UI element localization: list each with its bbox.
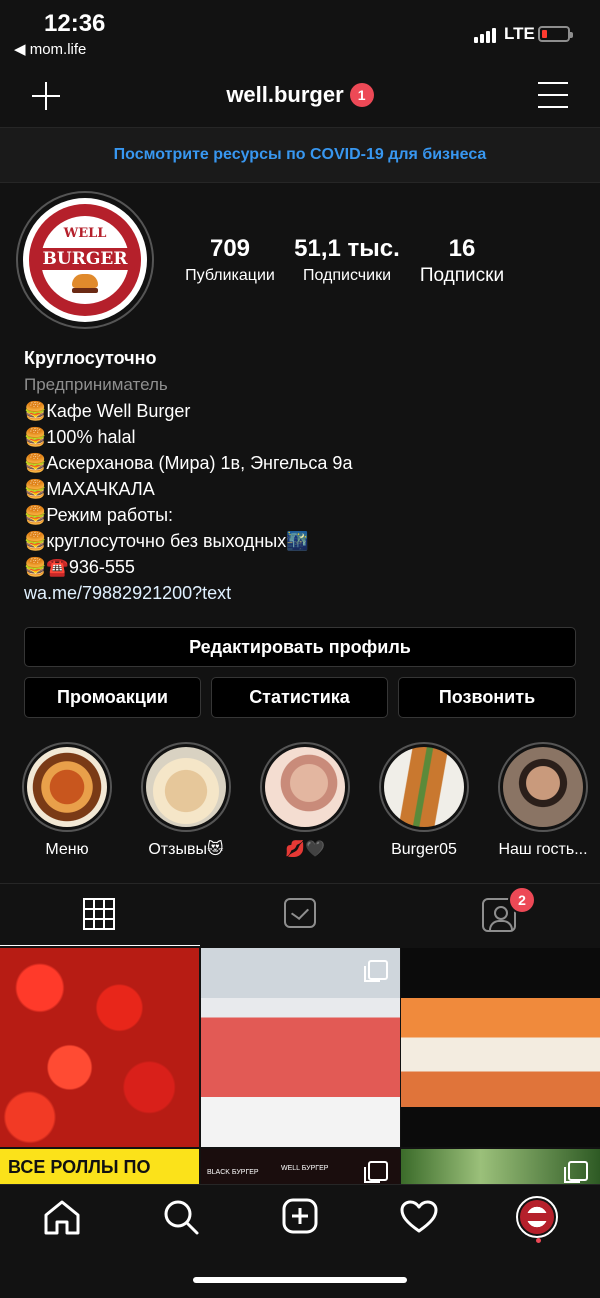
notification-badge: 1 (349, 83, 374, 107)
post-greens[interactable] (401, 1149, 600, 1189)
igtv-tab-icon[interactable] (284, 898, 316, 928)
call-button[interactable]: Позвонить (398, 677, 576, 718)
bio-line: 🍔МАХАЧКАЛА (24, 479, 155, 499)
new-post-icon[interactable] (282, 1198, 318, 1234)
profile-bio: Круглосуточно Предприниматель 🍔Кафе Well… (24, 344, 584, 606)
menu-icon[interactable] (538, 82, 568, 108)
bio-line: 🍔Режим работы: (24, 505, 174, 525)
multiple-photos-icon (364, 1161, 388, 1183)
post-tomatoes[interactable] (0, 948, 199, 1147)
network-type: LTE (504, 24, 535, 43)
bio-line: 🍔Кафе Well Burger (24, 401, 191, 421)
statistics-button[interactable]: Статистика (211, 677, 388, 718)
bio-line: 🍔круглосуточно без выходных🌃 (24, 531, 309, 551)
heart-icon[interactable] (400, 1200, 438, 1234)
posts-count[interactable]: 709 Публикации (174, 234, 286, 288)
status-time: 12:36 (44, 10, 106, 37)
signal-icon (474, 28, 496, 43)
well-burger-logo-small (520, 1200, 554, 1234)
divider (0, 182, 600, 183)
bio-line: 🍔Аскерханова (Мира) 1в, Энгельса 9а (24, 453, 353, 473)
search-icon[interactable] (162, 1198, 200, 1236)
profile-name: Круглосуточно (24, 348, 157, 368)
battery-icon (538, 26, 573, 42)
bio-website-link[interactable]: wa.me/79882921200?text (24, 580, 584, 606)
multiple-photos-icon (364, 960, 388, 982)
grid-tab-icon[interactable] (83, 898, 115, 930)
bio-line: 🍔☎️936-555 (24, 557, 135, 577)
edit-profile-button[interactable]: Редактировать профиль (24, 627, 576, 667)
promotions-button[interactable]: Промоакции (24, 677, 201, 718)
story-highlight-menu[interactable]: Меню (20, 742, 114, 860)
tagged-count-badge: 2 (508, 886, 536, 914)
active-tab-dot (536, 1238, 541, 1243)
well-burger-logo: WELL BURGER (23, 198, 147, 322)
home-icon[interactable] (42, 1198, 82, 1236)
highlight-image (27, 747, 107, 827)
bio-line: 🍔100% halal (24, 427, 136, 447)
followers-count[interactable]: 51,1 тыс. Подписчики (292, 234, 402, 288)
highlight-image (384, 747, 464, 827)
story-highlight-burger05[interactable]: Burger05 (377, 742, 471, 860)
covid-resources-banner[interactable]: Посмотрите ресурсы по COVID-19 для бизне… (0, 128, 600, 182)
post-promo[interactable]: ВСЕ РОЛЛЫ ПО (0, 1149, 199, 1189)
post-orange-rolls[interactable] (401, 948, 600, 1147)
story-highlight-reviews[interactable]: Отзывы😻 (139, 742, 233, 860)
story-highlight-guest[interactable]: Наш гость... (496, 742, 590, 860)
story-highlight-lips[interactable]: 💋🖤 (258, 742, 352, 860)
profile-tab-avatar[interactable] (516, 1196, 558, 1238)
multiple-photos-icon (564, 1161, 588, 1183)
highlight-image (503, 747, 583, 827)
username-header[interactable]: well.burger 1 (0, 82, 600, 108)
home-indicator (193, 1277, 407, 1283)
highlight-image (265, 747, 345, 827)
highlight-image (146, 747, 226, 827)
back-to-app-link[interactable]: ◀ mom.life (14, 40, 86, 58)
active-tab-indicator (0, 945, 200, 946)
username[interactable]: well.burger (226, 82, 343, 107)
profile-category: Предприниматель (24, 375, 168, 394)
following-count[interactable]: 16 Подписки (410, 234, 514, 288)
profile-avatar[interactable]: WELL BURGER (16, 191, 154, 329)
post-salmon-rolls[interactable] (201, 948, 400, 1147)
post-black-burger[interactable]: BLACK БУРГЕР WELL БУРГЕР (201, 1149, 400, 1189)
